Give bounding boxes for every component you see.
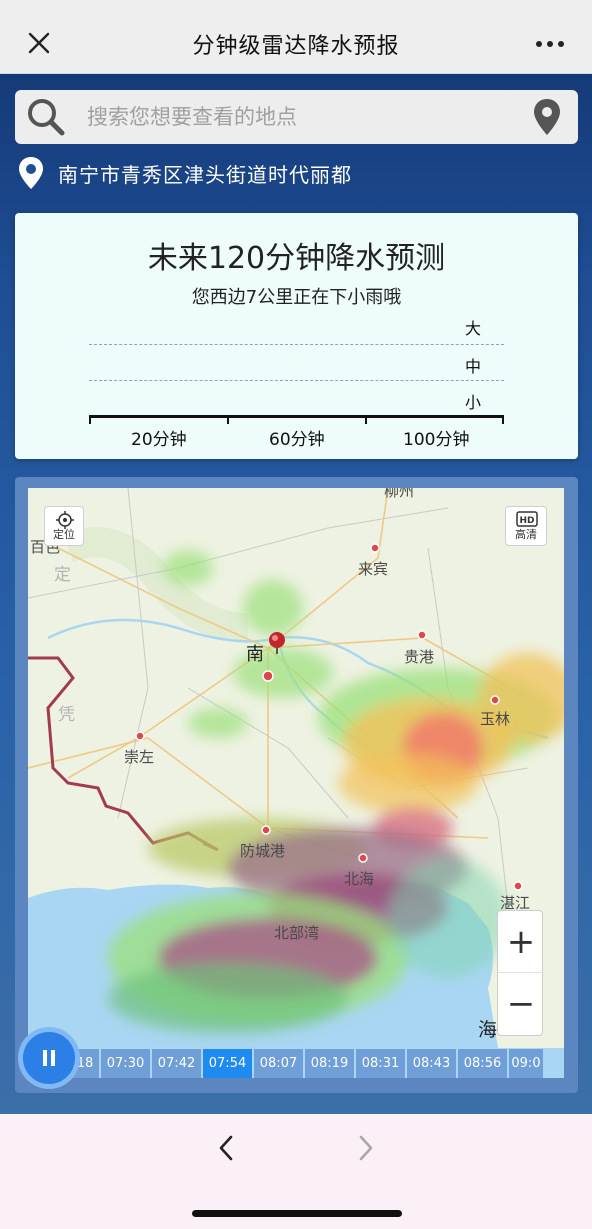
time-item[interactable]: 08:31: [356, 1049, 405, 1078]
hd-label: 高清: [515, 528, 537, 541]
precipitation-forecast-panel: 未来120分钟降水预测 您西边7公里正在下小雨哦 大 中 小 20分钟 60分钟…: [15, 213, 578, 459]
place-label: 柳州: [384, 488, 414, 500]
place-label: 北海: [344, 870, 374, 888]
level-heavy: 大: [465, 319, 482, 338]
time-item-active[interactable]: 07:54: [203, 1049, 252, 1078]
x-tick: [227, 415, 229, 424]
search-bar[interactable]: [15, 90, 578, 144]
home-indicator: [192, 1210, 402, 1217]
page-title: 分钟级雷达降水预报: [192, 34, 400, 59]
x-tick-label: 60分钟: [269, 430, 325, 450]
radar-map[interactable]: 百色 柳州 来宾 南 贵港 玉林 崇左 防城港 北海 北部湾 湛江 海 定 凭: [28, 488, 564, 1078]
current-location[interactable]: 南宁市青秀区津头街道时代丽都: [18, 155, 352, 191]
zoom-control: + −: [497, 910, 544, 1036]
time-item[interactable]: 08:19: [305, 1049, 354, 1078]
time-item[interactable]: 08:56: [458, 1049, 507, 1078]
back-arrow-icon[interactable]: [206, 1128, 246, 1168]
x-tick-label: 100分钟: [403, 430, 470, 450]
place-label: 北部湾: [274, 924, 319, 942]
x-tick: [89, 415, 91, 424]
time-item[interactable]: 08:43: [407, 1049, 456, 1078]
time-item[interactable]: 09:0: [509, 1049, 543, 1078]
search-icon: [28, 99, 65, 136]
title-bar: 分钟级雷达降水预报: [0, 0, 592, 74]
time-item[interactable]: 08:07: [254, 1049, 303, 1078]
grid-line: [89, 344, 504, 345]
locate-button[interactable]: 定位: [44, 506, 84, 546]
time-item[interactable]: 07:30: [101, 1049, 150, 1078]
x-tick: [502, 415, 504, 424]
zoom-in-button[interactable]: +: [498, 911, 544, 973]
place-label: 玉林: [480, 710, 510, 728]
location-pin-icon: [19, 157, 43, 189]
svg-text:HD: HD: [519, 516, 534, 526]
more-options-icon[interactable]: [532, 32, 568, 56]
place-label: 定: [54, 565, 71, 585]
map-pin-icon[interactable]: [532, 98, 562, 136]
x-axis: [89, 415, 504, 418]
zoom-out-button[interactable]: −: [498, 973, 544, 1035]
place-label: 防城港: [240, 842, 285, 860]
level-light: 小: [465, 393, 482, 412]
level-moderate: 中: [465, 357, 482, 376]
time-item[interactable]: 07:42: [152, 1049, 201, 1078]
place-label: 来宾: [358, 560, 388, 578]
time-slider[interactable]: i 07:18 07:30 07:42 07:54 08:07 08:19 08…: [28, 1049, 564, 1078]
place-label: 凭: [58, 705, 75, 725]
x-tick-label: 20分钟: [131, 430, 187, 450]
pause-icon: [43, 1050, 55, 1066]
forecast-title: 未来120分钟降水预测: [147, 241, 446, 276]
place-label: 贵港: [404, 648, 434, 666]
grid-line: [89, 380, 504, 381]
forward-arrow-icon[interactable]: [346, 1128, 386, 1168]
hd-icon: HD: [516, 511, 538, 527]
place-label: 海: [478, 1019, 497, 1041]
x-tick: [365, 415, 367, 424]
locate-label: 定位: [53, 528, 75, 541]
forecast-subtitle: 您西边7公里正在下小雨哦: [191, 287, 402, 308]
place-label: 崇左: [124, 748, 154, 766]
search-input[interactable]: [87, 100, 517, 134]
place-label: 南: [246, 644, 264, 665]
location-text: 南宁市青秀区津头街道时代丽都: [58, 162, 352, 187]
pause-button[interactable]: [18, 1027, 80, 1089]
hd-button[interactable]: HD 高清: [505, 506, 547, 546]
